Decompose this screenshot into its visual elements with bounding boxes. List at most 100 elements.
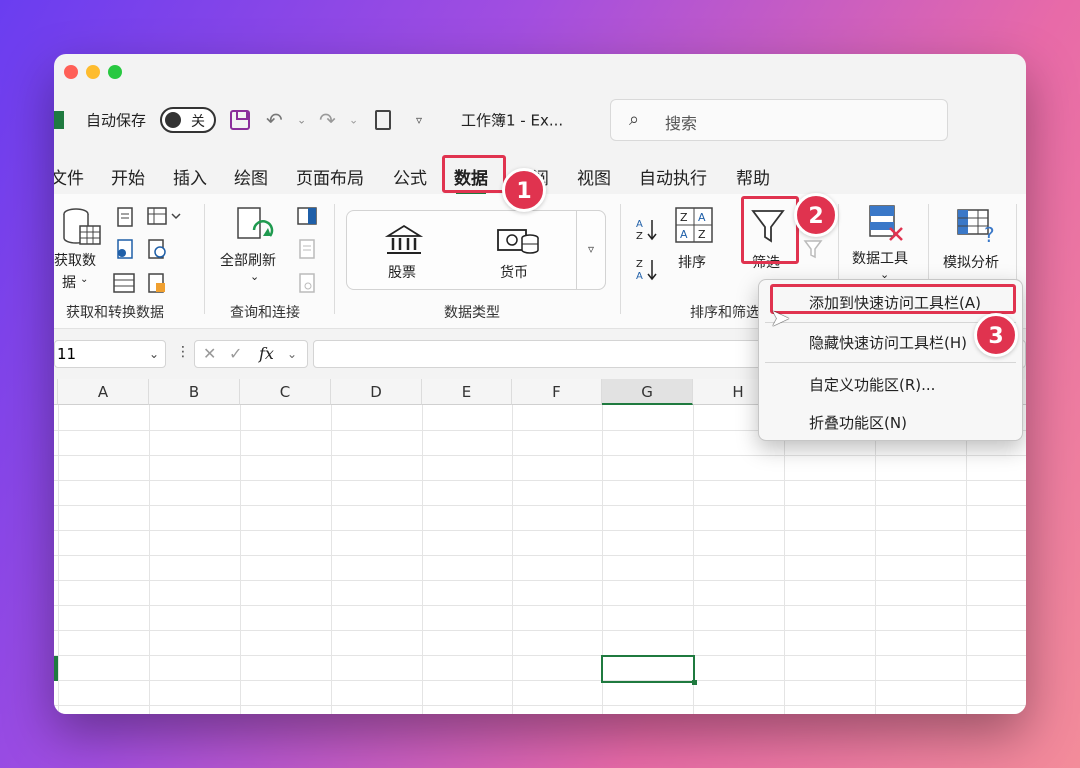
column-header[interactable]: F <box>512 379 602 405</box>
menu-item-customize-ribbon[interactable]: 自定义功能区(R)... <box>809 374 935 395</box>
sort-label[interactable]: 排序 <box>678 252 706 272</box>
get-data-icon[interactable] <box>62 206 102 248</box>
get-data-caret-icon[interactable]: ⌄ <box>80 274 88 285</box>
drag-handle-icon[interactable]: ⋮ <box>176 344 190 360</box>
edit-links-icon[interactable] <box>296 272 318 294</box>
get-data-label-2[interactable]: 据 <box>62 272 76 292</box>
row-header-selected[interactable] <box>54 656 58 681</box>
search-icon: ⌕ <box>629 109 640 130</box>
tab-file[interactable]: 文件 <box>54 164 84 189</box>
refresh-all-icon[interactable] <box>234 206 276 248</box>
menu-item-hide-qat[interactable]: 隐藏快速访问工具栏(H) <box>809 332 967 353</box>
search-input[interactable]: ⌕ 搜索 <box>610 99 948 141</box>
tab-insert[interactable]: 插入 <box>173 164 207 189</box>
from-text-icon[interactable] <box>114 206 136 228</box>
grid-line <box>422 405 423 714</box>
svg-text:Z: Z <box>636 259 643 270</box>
autosave-toggle[interactable]: 关 <box>160 107 216 133</box>
tab-help[interactable]: 帮助 <box>736 164 770 189</box>
recent-sources-icon[interactable] <box>146 238 168 260</box>
currency-label[interactable]: 货币 <box>500 262 528 282</box>
svg-text:Z: Z <box>698 228 706 241</box>
svg-text:Z: Z <box>636 231 643 242</box>
sort-icon[interactable]: Z AA Z <box>674 206 714 244</box>
menu-item-collapse-ribbon[interactable]: 折叠功能区(N) <box>809 412 907 433</box>
autosave-label: 自动保存 <box>86 111 147 130</box>
stocks-icon[interactable] <box>384 224 424 256</box>
highlight-add-to-qat <box>770 284 1016 314</box>
cancel-icon[interactable]: ✕ <box>203 344 216 363</box>
zoom-button[interactable] <box>108 65 122 79</box>
group-separator <box>204 204 205 314</box>
tab-home[interactable]: 开始 <box>111 164 145 189</box>
tab-formulas[interactable]: 公式 <box>393 164 427 189</box>
name-box-dropdown-icon[interactable]: ⌄ <box>149 341 159 367</box>
properties-icon[interactable] <box>296 238 318 260</box>
active-cell[interactable] <box>601 655 697 685</box>
data-tools-label[interactable]: 数据工具 <box>852 248 908 268</box>
from-web-icon[interactable] <box>146 206 182 228</box>
tab-page-layout[interactable]: 页面布局 <box>296 164 364 189</box>
stocks-label[interactable]: 股票 <box>388 262 416 282</box>
name-box[interactable]: 11 ⌄ <box>54 340 166 368</box>
grid-line <box>966 405 967 714</box>
name-box-value: 11 <box>57 345 77 363</box>
sort-descending-icon[interactable]: ZA <box>634 256 662 282</box>
insert-function-icon[interactable]: fx <box>259 344 274 363</box>
search-placeholder: 搜索 <box>665 114 698 133</box>
title-bar: 自动保存 关 ↶ ⌄ ↷ ⌄ ▿ 工作簿1 - Ex... ⌕ 搜索 <box>54 99 1026 141</box>
undo-dropdown-icon[interactable]: ⌄ <box>297 114 306 127</box>
grid-line <box>512 405 513 714</box>
group-sort-filter-label: 排序和筛选 <box>690 305 760 321</box>
column-header[interactable]: B <box>149 379 240 405</box>
refresh-all-caret-icon[interactable]: ⌄ <box>250 270 259 283</box>
step-badge-2: 2 <box>794 193 838 237</box>
highlight-filter-button <box>741 196 799 264</box>
grid-line <box>54 630 1026 631</box>
undo-icon[interactable]: ↶ <box>266 108 283 132</box>
grid-line <box>240 405 241 714</box>
data-types-dropdown[interactable]: ▿ <box>576 210 606 290</box>
svg-text:A: A <box>636 271 643 282</box>
minimize-button[interactable] <box>86 65 100 79</box>
customize-qat-icon[interactable]: ▿ <box>416 113 422 127</box>
reapply-filter-icon[interactable] <box>802 238 824 260</box>
svg-text:A: A <box>636 219 643 230</box>
excel-logo-icon <box>54 111 64 129</box>
redo-dropdown-icon[interactable]: ⌄ <box>349 114 358 127</box>
tab-draw[interactable]: 绘图 <box>234 164 268 189</box>
group-separator <box>620 204 621 314</box>
column-header[interactable]: C <box>240 379 331 405</box>
tab-automate[interactable]: 自动执行 <box>639 164 707 189</box>
what-if-analysis-icon[interactable]: ? <box>956 208 998 244</box>
grid-line <box>54 455 1026 456</box>
column-header[interactable]: A <box>58 379 149 405</box>
grid-line <box>54 505 1026 506</box>
currency-icon[interactable] <box>496 224 540 256</box>
grid-line <box>54 705 1026 706</box>
enter-icon[interactable]: ✓ <box>229 344 242 363</box>
save-icon[interactable] <box>230 110 250 130</box>
redo-icon[interactable]: ↷ <box>319 108 336 132</box>
column-header[interactable]: D <box>331 379 422 405</box>
formula-controls: ✕ ✓ fx ⌄ <box>194 340 308 368</box>
queries-connections-icon[interactable] <box>296 206 318 228</box>
what-if-label[interactable]: 模拟分析 <box>943 252 999 272</box>
data-tools-icon[interactable] <box>868 204 904 242</box>
data-source-settings-icon[interactable] <box>146 272 168 294</box>
svg-text:Z: Z <box>680 211 688 224</box>
close-button[interactable] <box>64 65 78 79</box>
grid-line <box>54 680 1026 681</box>
column-header[interactable]: E <box>422 379 512 405</box>
refresh-all-label[interactable]: 全部刷新 <box>220 250 276 270</box>
from-table-icon[interactable] <box>114 238 136 260</box>
menu-separator <box>765 362 1016 363</box>
grid-line <box>149 405 150 714</box>
column-header-selected[interactable]: G <box>602 379 693 405</box>
tab-view[interactable]: 视图 <box>577 164 611 189</box>
existing-connections-icon[interactable] <box>112 272 136 294</box>
get-data-label-1[interactable]: 获取数 <box>54 250 96 270</box>
new-document-icon[interactable] <box>375 110 391 130</box>
sort-ascending-icon[interactable]: AZ <box>634 216 662 242</box>
function-dropdown-icon[interactable]: ⌄ <box>287 347 297 361</box>
